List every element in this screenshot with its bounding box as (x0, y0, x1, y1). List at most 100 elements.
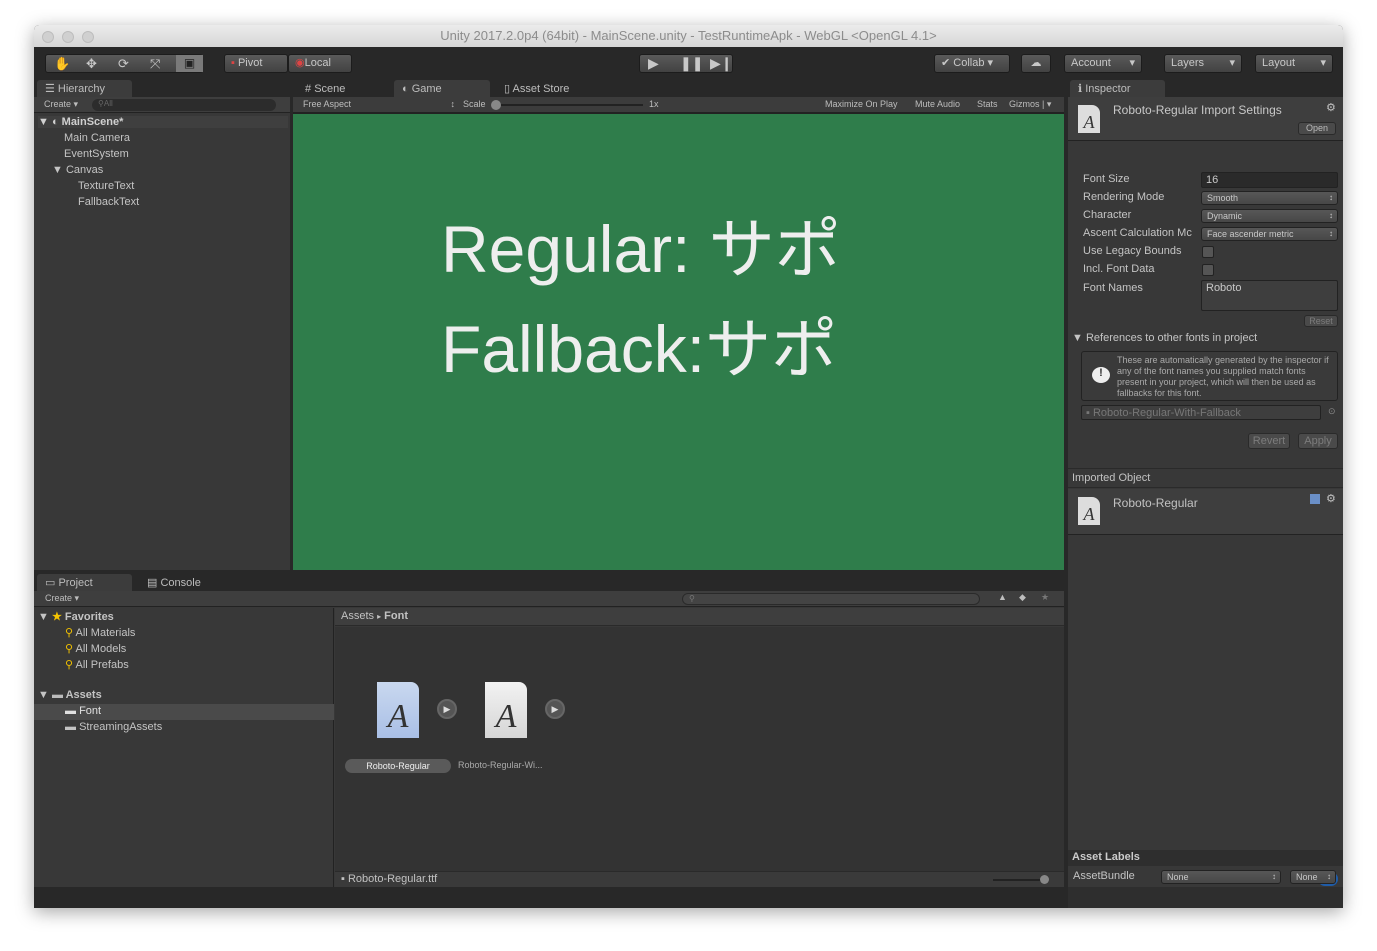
filter-by-label-icon[interactable]: ◆ (1019, 592, 1026, 603)
project-create-button[interactable]: Create ▾ (45, 593, 79, 604)
incl-font-data-label: Incl. Font Data (1083, 263, 1155, 275)
minimize-button[interactable] (62, 31, 74, 43)
tab-game[interactable]: ◐ Game (394, 80, 490, 98)
tab-console[interactable]: ▤ Console (139, 574, 234, 592)
fallback-font-name: Roboto-Regular-With-Fallback (1092, 407, 1241, 419)
scale-slider[interactable] (493, 104, 643, 106)
hierarchy-item[interactable]: TextureText (78, 180, 134, 192)
assetbundle-variant-dropdown[interactable]: None (1290, 870, 1336, 884)
hierarchy-search-input[interactable]: ⚲All (92, 99, 276, 111)
game-viewport: Regular: サポ Fallback:サポ (293, 114, 1064, 570)
assetbundle-label: AssetBundle (1073, 870, 1135, 882)
rotate-tool-icon[interactable]: ⟳ (118, 55, 129, 72)
tab-asset-store[interactable]: ▯ Asset Store (496, 80, 606, 98)
hierarchy-item[interactable]: Main Camera (64, 132, 130, 144)
references-foldout[interactable]: ▼ References to other fonts in project (1072, 332, 1257, 344)
asset-name-selected[interactable]: Roboto-Regular (345, 759, 451, 773)
tab-hierarchy[interactable]: ☰ Hierarchy (37, 80, 132, 98)
window-title: Unity 2017.2.0p4 (64bit) - MainScene.uni… (440, 28, 937, 43)
revert-button[interactable]: Revert (1248, 433, 1290, 449)
scene-root[interactable]: ▼ ◐ MainScene* (38, 116, 288, 128)
incl-font-data-checkbox[interactable] (1202, 264, 1214, 276)
collab-button[interactable]: ✔ Collab ▾ (934, 54, 1010, 73)
settings-gear-icon[interactable]: ⚙ (1326, 492, 1336, 505)
favorites-star-icon[interactable]: ★ (1041, 592, 1049, 603)
help-icon[interactable] (1310, 494, 1320, 504)
scale-slider-handle[interactable] (491, 100, 501, 110)
icon-size-slider-handle[interactable] (1040, 875, 1049, 884)
pivot-button[interactable]: ▪ Pivot (224, 54, 288, 73)
layout-dropdown[interactable]: Layout ▾ (1255, 54, 1333, 73)
cloud-icon[interactable]: ☁ (1021, 54, 1051, 73)
legacy-bounds-checkbox[interactable] (1202, 246, 1214, 258)
tab-scene[interactable]: # Scene (297, 80, 387, 98)
hierarchy-item[interactable]: FallbackText (78, 196, 139, 208)
move-tool-icon[interactable]: ✥ (86, 55, 97, 72)
hierarchy-item[interactable]: EventSystem (64, 148, 129, 160)
folder-font[interactable]: ▬ Font (34, 704, 334, 720)
object-picker-icon[interactable]: ⊙ (1328, 406, 1336, 417)
asset-grid: A ▶ A ▶ Roboto-Regular Roboto-Regular-Wi… (335, 627, 1064, 887)
expand-asset-icon[interactable]: ▶ (437, 699, 457, 719)
rect-tool-icon[interactable]: ▣ (176, 55, 203, 72)
open-button[interactable]: Open (1298, 122, 1336, 135)
apply-button[interactable]: Apply (1298, 433, 1338, 449)
assets-foldout[interactable]: ▼ ▬ Assets (38, 689, 102, 701)
maximize-on-play-toggle[interactable]: Maximize On Play (825, 99, 898, 109)
fallback-font-field[interactable]: ▪ Roboto-Regular-With-Fallback (1081, 405, 1321, 420)
play-icon[interactable]: ▶ (648, 55, 659, 72)
font-asset-icon[interactable]: A (377, 682, 419, 738)
settings-gear-icon[interactable]: ⚙ (1326, 101, 1336, 114)
scale-tool-icon[interactable]: ⤧ (150, 55, 160, 72)
layers-label: Layers (1171, 57, 1205, 69)
gizmos-dropdown[interactable]: Gizmos | ▾ (1009, 99, 1051, 110)
expand-asset-icon[interactable]: ▶ (545, 699, 565, 719)
font-names-input[interactable]: Roboto (1201, 280, 1338, 311)
layers-dropdown[interactable]: Layers ▾ (1164, 54, 1242, 73)
local-button[interactable]: ◉Local (288, 54, 352, 73)
favorite-item[interactable]: ⚲ All Models (65, 642, 126, 655)
ascent-calculation-label: Ascent Calculation Mc (1083, 227, 1192, 239)
character-label: Character (1083, 209, 1132, 221)
aspect-dropdown[interactable]: Free Aspect ↕ (303, 99, 455, 109)
tab-project[interactable]: ▭ Project (37, 574, 132, 592)
zoom-button[interactable] (82, 31, 94, 43)
ascent-calculation-dropdown[interactable]: Face ascender metric (1201, 227, 1338, 241)
character-dropdown[interactable]: Dynamic (1201, 209, 1338, 223)
close-button[interactable] (42, 31, 54, 43)
step-icon[interactable]: ▶❙ (710, 55, 733, 72)
collab-label: Collab (953, 57, 985, 69)
create-label: Create (44, 99, 72, 109)
asset-store-tab-label: Asset Store (512, 83, 570, 95)
hand-tool-icon[interactable]: ✋ (54, 55, 70, 72)
reset-button[interactable]: Reset (1304, 315, 1338, 327)
favorites-foldout[interactable]: ▼ ★ Favorites (38, 610, 114, 623)
folder-streamingassets[interactable]: ▬ StreamingAssets (65, 721, 162, 733)
project-tree: ▼ ★ Favorites ⚲ All Materials ⚲ All Mode… (34, 608, 334, 887)
project-status-bar: ▪ Roboto-Regular.ttf (335, 871, 1064, 887)
filter-by-type-icon[interactable]: ▲ (998, 592, 1007, 602)
rendering-mode-dropdown[interactable]: Smooth (1201, 191, 1338, 205)
breadcrumb-assets[interactable]: Assets (341, 610, 374, 622)
breadcrumb-font[interactable]: Font (384, 610, 408, 622)
inspector-tab-label: Inspector (1085, 83, 1131, 95)
font-asset-icon[interactable]: A (485, 682, 527, 738)
asset-name[interactable]: Roboto-Regular-Wi... (458, 760, 543, 770)
unity-window: Unity 2017.2.0p4 (64bit) - MainScene.uni… (34, 25, 1343, 908)
account-dropdown[interactable]: Account ▾ (1064, 54, 1142, 73)
stats-toggle[interactable]: Stats (977, 99, 998, 109)
project-search-input[interactable]: ⚲ (682, 593, 980, 605)
favorite-item[interactable]: ⚲ All Materials (65, 626, 135, 639)
hierarchy-item-canvas[interactable]: ▼ Canvas (52, 164, 103, 176)
info-box: ! These are automatically generated by t… (1081, 351, 1338, 401)
assetbundle-dropdown[interactable]: None (1161, 870, 1281, 884)
project-panel: Create ▾ ⚲ ▲ ◆ ★ ▼ ★ Favorites ⚲ All Mat… (34, 591, 1064, 887)
hierarchy-create-button[interactable]: Create ▾ (44, 99, 78, 110)
favorite-item[interactable]: ⚲ All Prefabs (65, 658, 129, 671)
tab-inspector[interactable]: ℹ Inspector (1070, 80, 1165, 98)
inspector-panel: A Roboto-Regular Import Settings ⚙ Open … (1068, 97, 1343, 887)
pause-icon[interactable]: ❚❚ (680, 55, 703, 72)
font-size-input[interactable]: 16 (1201, 172, 1338, 188)
icon-size-slider[interactable] (993, 879, 1043, 881)
mute-audio-toggle[interactable]: Mute Audio (915, 99, 960, 109)
